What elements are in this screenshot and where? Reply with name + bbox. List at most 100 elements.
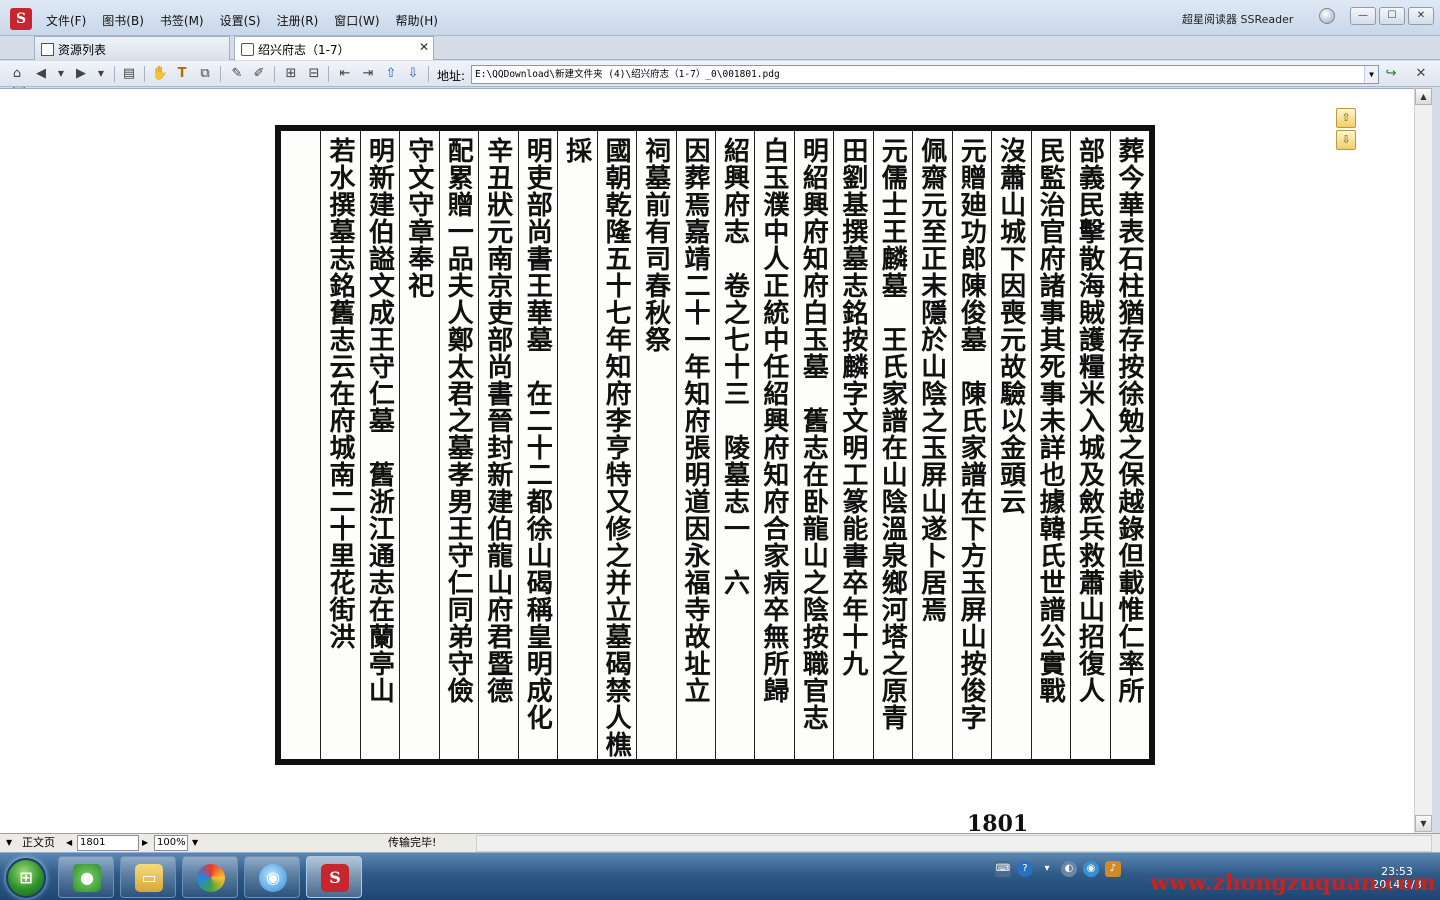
text-column	[281, 131, 320, 759]
zoom-out-icon[interactable]: ⊟	[305, 65, 323, 83]
horizontal-scrollbar[interactable]	[476, 835, 1432, 852]
status-text: 传输完毕!	[388, 836, 437, 849]
text-column: 明吏部尚書王華墓 在二十二都徐山碣稱皇明成化	[517, 131, 557, 759]
maximize-button[interactable]: ☐	[1379, 7, 1405, 25]
volume-icon[interactable]: ♪	[1105, 861, 1121, 877]
menu-file[interactable]: 文件(F)	[38, 10, 94, 31]
tab-close-icon[interactable]: ✕	[419, 40, 429, 54]
address-input[interactable]: E:\QQDownload\新建文件夹 (4)\绍兴府志（1-7）_0\0018…	[471, 65, 1379, 84]
text-column: 沒蕭山城下因喪元故驗以金頭云	[991, 131, 1030, 759]
vertical-scrollbar[interactable]: ▲ ▼	[1414, 88, 1432, 833]
taskbar-app-ssreader[interactable]: S	[306, 856, 362, 898]
forward-dropdown-icon[interactable]: ▼	[92, 65, 110, 83]
ssreader-icon: S	[321, 864, 349, 892]
messenger-icon: ●	[73, 864, 101, 892]
text-column: 明新建伯謚文成王守仁墓 舊浙江通志在蘭亭山	[359, 131, 399, 759]
page-view-icon[interactable]: ▤	[120, 65, 138, 83]
text-column: 若水撰墓志銘舊志云在府城南二十里花街洪	[320, 131, 359, 759]
start-button[interactable]: ⊞	[6, 858, 46, 898]
zoom-input[interactable]: 100%	[154, 835, 188, 851]
window-edge	[1433, 88, 1440, 833]
text-column: 祠墓前有司春秋祭	[636, 131, 675, 759]
text-column: 白玉濮中人正統中任紹興府知府合家病卒無所歸	[754, 131, 793, 759]
back-dropdown-icon[interactable]: ▼	[52, 65, 70, 83]
menu-settings[interactable]: 设置(S)	[212, 10, 269, 31]
go-icon[interactable]: ↪	[1382, 65, 1400, 83]
zoom-dropdown-icon[interactable]: ▼	[192, 835, 198, 852]
toolbar-divider	[144, 66, 145, 82]
tab-document[interactable]: 绍兴府志（1-7） ✕	[234, 36, 434, 60]
tab-label: 资源列表	[58, 43, 107, 57]
text-column: 部義民擊散海賊護糧米入城及斂兵救蕭山招復人	[1070, 131, 1109, 759]
title-bar: S 文件(F) 图书(B) 书签(M) 设置(S) 注册(R) 窗口(W) 帮助…	[0, 0, 1440, 36]
text-column: 配累贈一品夫人鄭太君之墓孝男王守仁同弟守儉	[438, 131, 478, 759]
toolbar-divider	[328, 66, 329, 82]
text-columns: 葬今華表石柱猶存按徐勉之保越錄但載惟仁率所 部義民擊散海賊護糧米入城及斂兵救蕭山招…	[281, 131, 1149, 759]
zoom-in-icon[interactable]: ⊞	[282, 65, 300, 83]
taskbar-app-qq[interactable]: ◉	[244, 856, 300, 898]
page-prev-icon[interactable]: ◀	[66, 835, 72, 852]
first-page-icon[interactable]: ⇤	[336, 65, 354, 83]
tab-resource-list[interactable]: 资源列表	[34, 36, 230, 60]
back-icon[interactable]: ◀	[32, 65, 50, 83]
menu-bar: 文件(F) 图书(B) 书签(M) 设置(S) 注册(R) 窗口(W) 帮助(H…	[38, 10, 446, 31]
page-next-icon[interactable]: ▶	[142, 835, 148, 852]
view-mode[interactable]: 正文页	[22, 835, 55, 852]
page-down-icon[interactable]: ⇩	[404, 65, 422, 83]
address-dropdown-icon[interactable]: ▼	[1364, 66, 1378, 83]
address-label: 地址:	[437, 69, 466, 83]
tray-expand-icon[interactable]: ▾	[1039, 861, 1055, 877]
scroll-up-icon[interactable]: ▲	[1415, 88, 1432, 105]
hand-tool-icon[interactable]: ✋	[151, 65, 169, 83]
tab-bar: 资源列表 绍兴府志（1-7） ✕	[0, 36, 1440, 91]
toolbar-divider	[220, 66, 221, 82]
menu-window[interactable]: 窗口(W)	[326, 10, 387, 31]
help-icon[interactable]: ?	[1017, 861, 1033, 877]
toolbar-divider	[114, 66, 115, 82]
open-book-icon	[241, 43, 254, 56]
keyboard-icon[interactable]: ⌨	[995, 861, 1011, 877]
next-page-button[interactable]: ⇩	[1336, 130, 1356, 150]
minimize-button[interactable]: —	[1350, 7, 1376, 25]
close-button[interactable]: ✕	[1408, 7, 1434, 25]
prev-page-button[interactable]: ⇧	[1336, 108, 1356, 128]
annotate-icon[interactable]: ✎	[228, 65, 246, 83]
toolbar: ⌂ ◀ ▼ ▶ ▼ ▤ ✋ T ⧉ ✎ ✐ ⊞ ⊟ ⇤ ⇥ ⇧ ⇩ 地址: E:…	[0, 61, 1440, 87]
text-column: 田劉基撰墓志銘按麟字文明工篆能書卒年十九	[833, 131, 872, 759]
status-bar: ▼ 正文页 ◀ 1801 ▶ 100% ▼ 传输完毕!	[0, 833, 1440, 852]
windows-logo-icon: ⊞	[19, 868, 33, 887]
document-viewer[interactable]: 葬今華表石柱猶存按徐勉之保越錄但載惟仁率所 部義民擊散海賊護糧米入城及斂兵救蕭山招…	[0, 88, 1432, 837]
qq-tray-icon[interactable]: ◉	[1083, 861, 1099, 877]
media-player-icon	[197, 864, 225, 892]
view-mode-dropdown-icon[interactable]: ▼	[6, 835, 12, 852]
text-column: 辛丑狀元南京吏部尚書晉封新建伯龍山府君暨德	[478, 131, 517, 759]
taskbar-app-messenger[interactable]: ●	[58, 856, 114, 898]
address-value: E:\QQDownload\新建文件夹 (4)\绍兴府志（1-7）_0\0018…	[475, 69, 780, 80]
taskbar-app-media[interactable]	[182, 856, 238, 898]
menu-bookmark[interactable]: 书签(M)	[152, 10, 212, 31]
page-input[interactable]: 1801	[77, 835, 139, 851]
menu-book[interactable]: 图书(B)	[94, 10, 152, 31]
text-column: 元贈廸功郎陳俊墓 陳氏家譜在下方玉屏山按俊字	[951, 131, 991, 759]
network-icon[interactable]: ◐	[1061, 861, 1077, 877]
forward-icon[interactable]: ▶	[72, 65, 90, 83]
menu-register[interactable]: 注册(R)	[269, 10, 327, 31]
page-up-icon[interactable]: ⇧	[382, 65, 400, 83]
skin-orb-icon[interactable]	[1319, 8, 1335, 24]
text-column: 國朝乾隆五十七年知府李亨特又修之并立墓碣禁人樵	[596, 131, 636, 759]
close-doc-icon[interactable]: ✕	[1412, 65, 1430, 83]
region-select-icon[interactable]: ⧉	[196, 65, 214, 83]
highlight-icon[interactable]: ✐	[250, 65, 268, 83]
text-column: 元儒士王麟墓 王氏家譜在山陰溫泉鄉河塔之原青	[872, 131, 912, 759]
text-column: 民監治官府諸事其死事未詳也據韓氏世譜公實戰	[1030, 131, 1070, 759]
window-title: 超星阅读器 SSReader	[1182, 13, 1294, 26]
home-icon[interactable]: ⌂	[8, 65, 26, 83]
text-column: 守文守章奉祀	[399, 131, 438, 759]
app-logo-icon: S	[10, 8, 32, 30]
menu-help[interactable]: 帮助(H)	[388, 10, 446, 31]
scroll-down-icon[interactable]: ▼	[1415, 815, 1432, 832]
chat-bird-icon: ◉	[259, 864, 287, 892]
taskbar-app-explorer[interactable]: ▭	[120, 856, 176, 898]
last-page-icon[interactable]: ⇥	[359, 65, 377, 83]
text-select-icon[interactable]: T	[173, 65, 191, 83]
